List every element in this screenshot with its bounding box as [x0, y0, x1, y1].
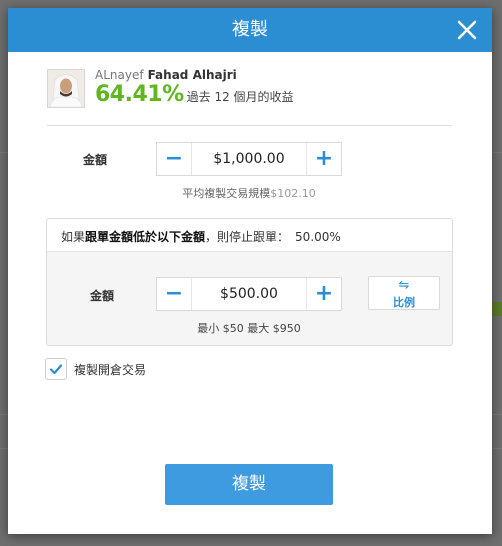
stop-loss-emphasis: 跟單金額低於以下金額	[85, 230, 206, 244]
background-accent	[492, 302, 502, 316]
stop-loss-input[interactable]	[192, 278, 306, 310]
trader-name[interactable]: ALnayef Fahad Alhajri	[95, 68, 237, 82]
stop-loss-percent[interactable]: 50.00%	[295, 230, 341, 244]
stop-loss-range: 最小 $50 最大 $950	[197, 322, 301, 335]
stop-loss-decrease-button[interactable]: −	[157, 278, 192, 310]
stop-loss-amount-label: 金額	[90, 289, 115, 303]
stop-loss-stepper: − +	[156, 277, 342, 311]
stop-loss-increase-button[interactable]: +	[306, 278, 341, 310]
trader-last-name: Fahad Alhajri	[147, 68, 237, 82]
amount-input[interactable]	[192, 143, 306, 175]
avatar[interactable]	[47, 69, 85, 108]
copy-trader-modal: 複製 ALnayef Fahad Alhajri 64.41% 過去 12 個月的收…	[8, 8, 492, 534]
ratio-toggle-button[interactable]: ⇋ 比例	[368, 276, 440, 310]
copy-open-trades-checkbox[interactable]	[45, 358, 67, 380]
stop-loss-prefix: 如果	[61, 230, 86, 244]
swap-arrows-icon: ⇋	[398, 278, 410, 293]
modal-title: 複製	[232, 19, 268, 40]
section-divider	[47, 125, 452, 126]
amount-increase-button[interactable]: +	[306, 143, 341, 175]
amount-stepper: − +	[156, 142, 342, 176]
gain-description: 過去 12 個月的收益	[186, 90, 294, 104]
average-copy-size-label: 平均複製交易規模	[182, 187, 271, 200]
gain-value: 64.41%	[95, 82, 184, 107]
trader-gain: 64.41% 過去 12 個月的收益	[95, 82, 294, 107]
amount-label: 金額	[83, 153, 108, 167]
stop-loss-header: 如果跟單金額低於以下金額，則停止跟單： 50.00%	[47, 219, 452, 252]
ratio-label: 比例	[393, 296, 415, 309]
stop-loss-text: 如果跟單金額低於以下金額，則停止跟單： 50.00%	[61, 228, 341, 245]
stop-loss-suffix: ，則停止跟單：	[205, 230, 290, 244]
trader-first-name: ALnayef	[95, 68, 144, 82]
amount-decrease-button[interactable]: −	[157, 143, 192, 175]
modal-header: 複製	[8, 8, 492, 52]
close-icon[interactable]	[456, 19, 478, 41]
copy-button[interactable]: 複製	[165, 464, 333, 505]
copy-open-trades-label[interactable]: 複製開倉交易	[74, 361, 146, 378]
average-copy-size: 平均複製交易規模$102.10	[156, 185, 342, 201]
checkmark-icon	[49, 364, 63, 375]
average-copy-size-value: $102.10	[270, 187, 316, 200]
